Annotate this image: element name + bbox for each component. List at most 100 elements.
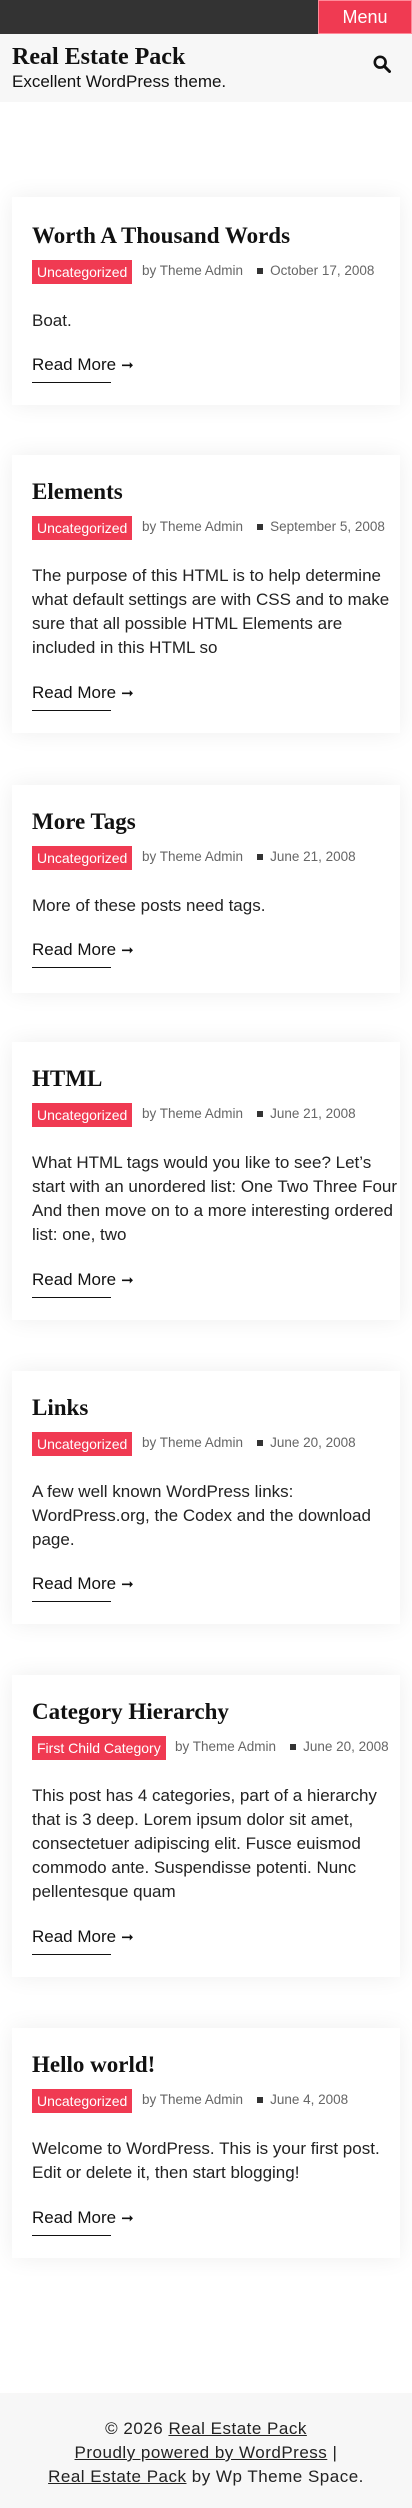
read-more-label: Read More	[32, 2208, 117, 2227]
post-card: Worth A Thousand Words Uncategorized by …	[12, 197, 400, 405]
read-more-underline	[32, 1601, 111, 1602]
read-more-label: Read More	[32, 1574, 117, 1593]
post-meta: by Theme Admin June 21, 2008	[142, 1106, 356, 1121]
post-card: Hello world! Uncategorized by Theme Admi…	[12, 2028, 400, 2258]
post-author[interactable]: by Theme Admin	[142, 849, 243, 864]
read-more-underline	[32, 382, 111, 383]
site-footer: © 2026 Real Estate Pack Proudly powered …	[0, 2393, 412, 2508]
meta-separator-icon	[257, 853, 264, 860]
post-excerpt: The purpose of this HTML is to help dete…	[32, 566, 390, 657]
site-header: Real Estate Pack Excellent WordPress the…	[0, 34, 412, 102]
post-meta: by Theme Admin June 4, 2008	[142, 2092, 348, 2107]
footer-separator: |	[332, 2443, 338, 2462]
post-card: More Tags Uncategorized by Theme Admin Ju…	[12, 785, 400, 993]
post-author[interactable]: by Theme Admin	[142, 1435, 243, 1450]
arrow-right-icon: ➞	[121, 357, 134, 374]
meta-separator-icon	[257, 1110, 264, 1117]
post-meta: by Theme Admin June 20, 2008	[175, 1739, 389, 1754]
post-date[interactable]: June 4, 2008	[270, 2092, 348, 2107]
post-excerpt: What HTML tags would you like to see? Le…	[32, 1153, 398, 1244]
post-date[interactable]: June 20, 2008	[270, 1435, 356, 1450]
post-card: Category Hierarchy First Child Category …	[12, 1675, 400, 1977]
post-date[interactable]: June 21, 2008	[270, 849, 356, 864]
footer-powered: Proudly powered by WordPress |	[0, 2443, 412, 2463]
category-badge[interactable]: Uncategorized	[32, 260, 133, 284]
post-author[interactable]: by Theme Admin	[142, 2092, 243, 2107]
arrow-right-icon: ➞	[121, 1272, 134, 1289]
category-badge[interactable]: First Child Category	[32, 1736, 166, 1760]
post-date[interactable]: June 20, 2008	[303, 1739, 389, 1754]
post-date[interactable]: September 5, 2008	[270, 519, 385, 534]
post-title[interactable]: Worth A Thousand Words	[32, 223, 290, 249]
footer-theme: Real Estate Pack by Wp Theme Space.	[0, 2467, 412, 2487]
post-author[interactable]: by Theme Admin	[142, 263, 243, 278]
post-excerpt: Welcome to WordPress. This is your first…	[32, 2139, 380, 2182]
read-more-underline	[32, 967, 111, 968]
menu-button[interactable]: Menu	[318, 0, 412, 34]
read-more-label: Read More	[32, 683, 117, 702]
meta-separator-icon	[257, 523, 264, 530]
post-title[interactable]: Hello world!	[32, 2052, 155, 2078]
meta-separator-icon	[257, 1439, 264, 1446]
post-title[interactable]: Links	[32, 1395, 88, 1421]
powered-by-link[interactable]: Proudly powered by WordPress	[75, 2443, 328, 2462]
footer-copyright: © 2026 Real Estate Pack	[0, 2419, 412, 2439]
post-title[interactable]: More Tags	[32, 809, 136, 835]
post-meta: by Theme Admin September 5, 2008	[142, 519, 385, 534]
category-badge[interactable]: Uncategorized	[32, 1432, 133, 1456]
post-author[interactable]: by Theme Admin	[175, 1739, 276, 1754]
post-card: Links Uncategorized by Theme Admin June 2…	[12, 1371, 400, 1624]
post-title[interactable]: Elements	[32, 479, 123, 505]
arrow-right-icon: ➞	[121, 1576, 134, 1593]
meta-separator-icon	[290, 1743, 297, 1750]
read-more-label: Read More	[32, 1927, 117, 1946]
post-title[interactable]: Category Hierarchy	[32, 1699, 229, 1725]
arrow-right-icon: ➞	[121, 942, 134, 959]
read-more-underline	[32, 1297, 111, 1298]
search-icon[interactable]	[373, 55, 391, 73]
category-badge[interactable]: Uncategorized	[32, 846, 133, 870]
read-more-link[interactable]: Read More ➞	[32, 2208, 134, 2228]
post-date[interactable]: October 17, 2008	[270, 263, 374, 278]
post-meta: by Theme Admin October 17, 2008	[142, 263, 374, 278]
site-description: Excellent WordPress theme.	[12, 72, 227, 91]
read-more-link[interactable]: Read More ➞	[32, 683, 134, 703]
category-badge[interactable]: Uncategorized	[32, 1103, 133, 1127]
meta-separator-icon	[257, 267, 264, 274]
post-meta: by Theme Admin June 21, 2008	[142, 849, 356, 864]
post-excerpt: Boat.	[32, 311, 72, 330]
top-bar: Menu	[0, 0, 412, 34]
read-more-underline	[32, 710, 111, 711]
category-badge[interactable]: Uncategorized	[32, 2089, 133, 2113]
arrow-right-icon: ➞	[121, 2210, 134, 2227]
meta-separator-icon	[257, 2096, 264, 2103]
arrow-right-icon: ➞	[121, 685, 134, 702]
read-more-link[interactable]: Read More ➞	[32, 1270, 134, 1290]
arrow-right-icon: ➞	[121, 1929, 134, 1946]
copyright-text: © 2026	[105, 2419, 164, 2438]
post-card: HTML Uncategorized by Theme Admin June 21…	[12, 1042, 400, 1320]
post-title[interactable]: HTML	[32, 1066, 102, 1092]
read-more-underline	[32, 2235, 111, 2236]
category-badge[interactable]: Uncategorized	[32, 516, 133, 540]
read-more-underline	[32, 1954, 111, 1955]
post-card: Elements Uncategorized by Theme Admin Sep…	[12, 455, 400, 733]
read-more-label: Read More	[32, 940, 117, 959]
theme-credit-text: by Wp Theme Space.	[191, 2467, 364, 2486]
read-more-label: Read More	[32, 1270, 117, 1289]
footer-site-link[interactable]: Real Estate Pack	[168, 2419, 306, 2438]
read-more-link[interactable]: Read More ➞	[32, 940, 134, 960]
post-author[interactable]: by Theme Admin	[142, 1106, 243, 1121]
post-date[interactable]: June 21, 2008	[270, 1106, 356, 1121]
post-meta: by Theme Admin June 20, 2008	[142, 1435, 356, 1450]
read-more-label: Read More	[32, 355, 117, 374]
post-excerpt: This post has 4 categories, part of a hi…	[32, 1786, 377, 1901]
read-more-link[interactable]: Read More ➞	[32, 355, 134, 375]
read-more-link[interactable]: Read More ➞	[32, 1574, 134, 1594]
read-more-link[interactable]: Read More ➞	[32, 1927, 134, 1947]
footer-theme-link[interactable]: Real Estate Pack	[48, 2467, 186, 2486]
post-excerpt: A few well known WordPress links: WordPr…	[32, 1482, 371, 1549]
post-author[interactable]: by Theme Admin	[142, 519, 243, 534]
site-title[interactable]: Real Estate Pack	[12, 44, 185, 71]
post-excerpt: More of these posts need tags.	[32, 896, 266, 915]
